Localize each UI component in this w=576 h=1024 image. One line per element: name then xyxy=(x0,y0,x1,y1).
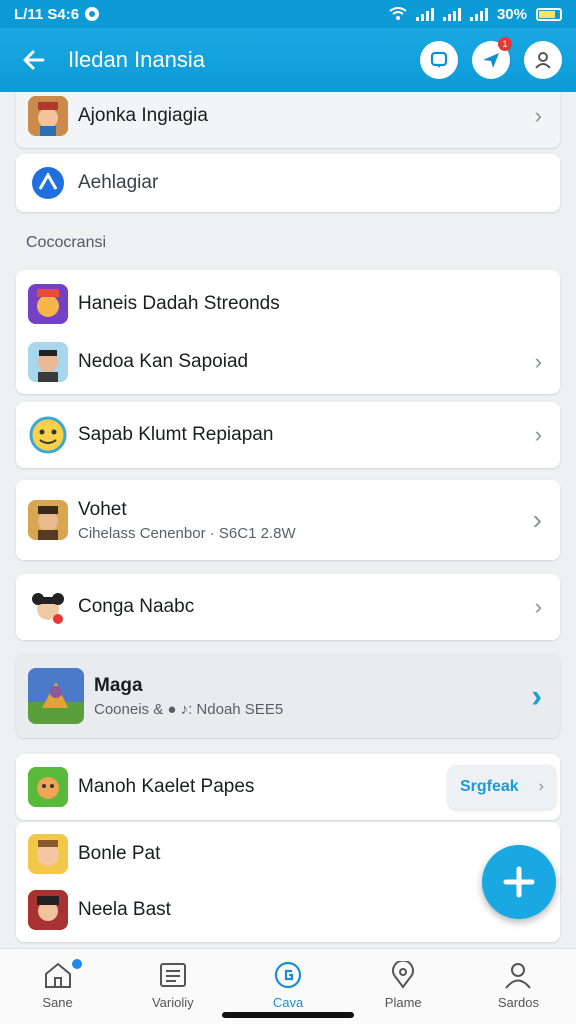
item-name: Haneis Dadah Streonds xyxy=(78,293,280,314)
nav-label: Plame xyxy=(384,995,422,1010)
chat-button[interactable] xyxy=(420,41,458,79)
item-name: Conga Naabc xyxy=(78,596,195,617)
item-subtitle: Cooneis & ● ♪: Ndoah SEE5 xyxy=(94,700,284,718)
list-item[interactable]: Sapab Klumt Repiapan › xyxy=(16,402,560,468)
nav-item-plame[interactable]: Plame xyxy=(346,949,461,1024)
avatar xyxy=(28,415,68,455)
list-item[interactable]: Bonle Pat xyxy=(16,826,560,882)
arrow-left-icon xyxy=(23,50,45,70)
status-icons: 30% xyxy=(389,6,562,23)
action-pill-button[interactable]: Srgfeak › xyxy=(448,765,556,809)
chevron-right-icon: › xyxy=(532,504,542,535)
group-card: Haneis Dadah Streonds Nedoa Kan Sapoiad … xyxy=(16,270,560,394)
item-name: Aehlagiar xyxy=(78,172,159,193)
user-icon xyxy=(535,52,551,69)
avatar xyxy=(28,284,68,324)
globe-icon xyxy=(274,961,302,989)
app-bar-actions: 1 xyxy=(420,37,562,79)
avatar xyxy=(28,767,68,807)
chevron-right-icon: › xyxy=(531,677,542,714)
wifi-icon xyxy=(389,7,407,20)
avatar xyxy=(28,834,68,874)
item-name: Bonle Pat xyxy=(78,843,161,864)
list-item[interactable]: Nedoa Kan Sapoiad › xyxy=(16,334,560,390)
nav-item-home[interactable]: Sane xyxy=(0,949,115,1024)
nav-label: Sardos xyxy=(497,995,540,1010)
signal-icon-2 xyxy=(442,7,461,21)
item-name: Ajonka Ingiagia xyxy=(78,105,208,126)
app-bar: Iledan Inansia 1 xyxy=(0,28,576,92)
home-icon xyxy=(44,962,71,988)
item-name: Nedoa Kan Sapoiad xyxy=(78,351,249,372)
share-button[interactable]: 1 xyxy=(472,37,512,79)
group-card: Bonle Pat Neela Bast xyxy=(16,822,560,942)
item-name: Sapab Klumt Repiapan xyxy=(78,424,274,445)
list-icon xyxy=(159,963,186,987)
item-name: Vohet xyxy=(78,498,127,520)
chevron-right-icon: › xyxy=(538,778,544,795)
avatar xyxy=(28,500,68,540)
signal-icon-3 xyxy=(469,7,488,21)
signal-icon-1 xyxy=(415,7,434,21)
list-item[interactable]: Manoh Kaelet Papes Srgfeak › xyxy=(16,754,560,820)
list-item-highlighted[interactable]: Maga Cooneis & ● ♪: Ndoah SEE5 › xyxy=(16,654,560,738)
add-fab-button[interactable] xyxy=(482,845,556,919)
battery-percent: 30% xyxy=(496,5,527,23)
battery-icon xyxy=(536,7,562,21)
chevron-right-icon: › xyxy=(534,422,542,447)
status-time: L/11 S4:6 xyxy=(14,5,80,23)
status-bar: L/11 S4:6 30% xyxy=(0,0,576,28)
nav-label: Sane xyxy=(42,995,73,1010)
avatar xyxy=(28,96,68,136)
notification-dot-icon xyxy=(85,7,100,21)
chevron-right-icon: › xyxy=(534,349,542,374)
chat-icon xyxy=(430,51,448,68)
page-title: Iledan Inansia xyxy=(68,47,205,72)
list-item[interactable]: Haneis Dadah Streonds xyxy=(16,276,560,332)
app-logo-icon xyxy=(28,163,68,203)
list-item[interactable]: Ajonka Ingiagia › xyxy=(16,92,560,148)
list-item[interactable]: Vohet Cihelass Cenenbor · S6C1 2.8W › xyxy=(16,480,560,560)
list-item[interactable]: Aehlagiar xyxy=(16,154,560,212)
nav-item-sardos[interactable]: Sardos xyxy=(461,949,576,1024)
nav-label: Cava xyxy=(272,995,304,1010)
pill-label: Srgfeak xyxy=(460,778,519,795)
game-thumbnail xyxy=(28,668,84,724)
home-indicator xyxy=(222,1012,354,1018)
item-subtitle: Cihelass Cenenbor · S6C1 2.8W xyxy=(78,524,296,542)
avatar xyxy=(28,342,68,382)
chevron-right-icon: › xyxy=(534,594,542,619)
nav-item-variety[interactable]: Varioliy xyxy=(115,949,230,1024)
list-item[interactable]: Conga Naabc › xyxy=(16,574,560,640)
item-name: Manoh Kaelet Papes xyxy=(78,776,255,797)
nav-label: Varioliy xyxy=(151,995,194,1010)
list-item[interactable]: Neela Bast xyxy=(16,882,560,938)
content-list[interactable]: Ajonka Ingiagia › Aehlagiar Cococransi H… xyxy=(0,92,576,948)
back-button[interactable] xyxy=(14,40,54,80)
pin-icon xyxy=(392,961,415,989)
nav-badge xyxy=(70,957,84,971)
send-icon xyxy=(483,53,499,68)
plus-icon xyxy=(503,866,535,898)
person-icon xyxy=(505,963,532,989)
chevron-right-icon: › xyxy=(534,103,542,128)
item-name: Neela Bast xyxy=(78,899,171,920)
avatar xyxy=(28,587,68,627)
notification-badge: 1 xyxy=(498,37,512,51)
profile-button[interactable] xyxy=(524,41,562,79)
avatar xyxy=(28,890,68,930)
section-header: Cococransi xyxy=(26,234,107,251)
item-name: Maga xyxy=(94,674,143,696)
